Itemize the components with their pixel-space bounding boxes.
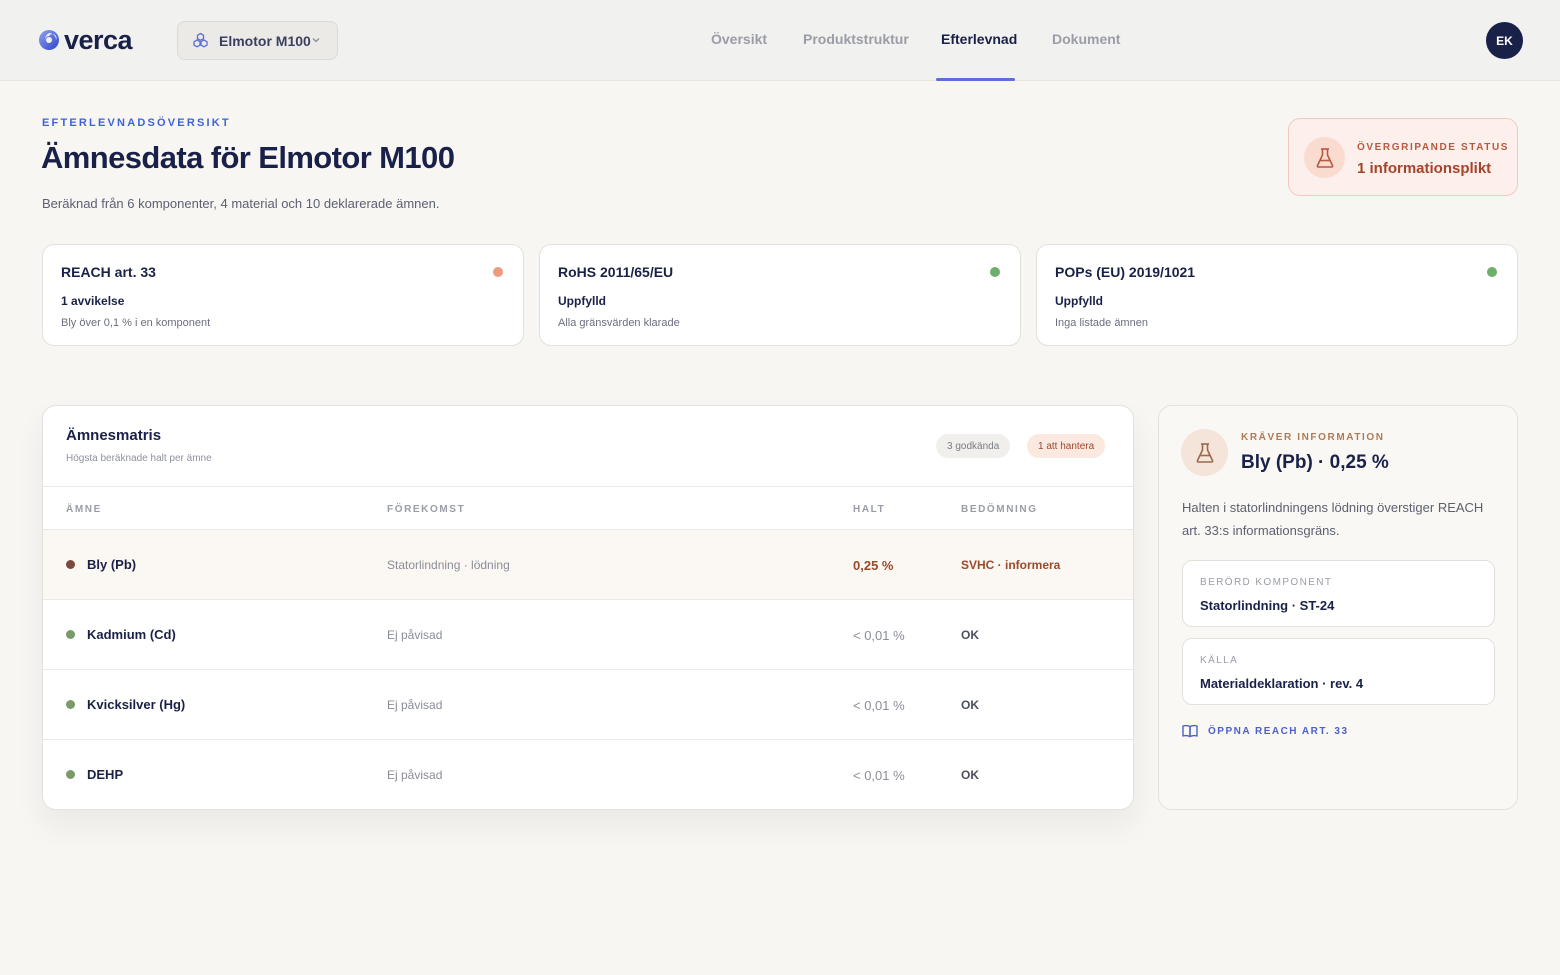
regulation-name: REACH art. 33: [61, 264, 156, 280]
substance-occurrence: Ej påvisad: [387, 628, 443, 642]
brand-logo[interactable]: verca: [38, 25, 133, 55]
substance-occurrence: Statorlindning · lödning: [387, 558, 510, 572]
source-label: KÄLLA: [1200, 655, 1239, 666]
substance-content: < 0,01 %: [853, 768, 905, 783]
verca-logo-icon: [39, 30, 59, 50]
regulation-card-rohs[interactable]: RoHS 2011/65/EU Uppfylld Alla gränsvärde…: [539, 244, 1021, 346]
substance-occurrence: Ej påvisad: [387, 768, 443, 782]
table-row[interactable]: Kadmium (Cd) Ej påvisad < 0,01 % OK: [43, 600, 1133, 670]
column-header-assessment[interactable]: BEDÖMNING: [961, 504, 1038, 515]
product-selector[interactable]: Elmotor M100: [177, 21, 338, 60]
matrix-title: Ämnesmatris: [66, 427, 162, 444]
tab-oversikt[interactable]: Översikt: [711, 31, 767, 47]
substance-name: Kadmium (Cd): [87, 627, 176, 642]
regulation-detail: Alla gränsvärden klarade: [558, 317, 680, 329]
affected-component-label: BERÖRD KOMPONENT: [1200, 577, 1333, 588]
flask-icon: [1316, 147, 1333, 168]
regulation-state: 1 avvikelse: [61, 294, 125, 308]
open-reach-link[interactable]: ÖPPNA REACH ART. 33: [1182, 724, 1349, 738]
tab-dokument[interactable]: Dokument: [1052, 31, 1120, 47]
book-open-icon: [1182, 724, 1198, 738]
table-row[interactable]: DEHP Ej påvisad < 0,01 % OK: [43, 740, 1133, 809]
chevron-down-icon: [312, 38, 320, 43]
substance-name: Bly (Pb): [87, 557, 137, 572]
product-selector-value: Elmotor M100: [219, 32, 311, 49]
regulation-name: RoHS 2011/65/EU: [558, 264, 674, 280]
overall-status-card: ÖVERGRIPANDE STATUS 1 informationsplikt: [1288, 118, 1518, 196]
regulation-state: Uppfylld: [1055, 294, 1103, 308]
open-reach-link-label: ÖPPNA REACH ART. 33: [1208, 725, 1349, 737]
substance-dot: [66, 630, 75, 639]
substance-content: 0,25 %: [853, 558, 894, 573]
tab-efterlevnad[interactable]: Efterlevnad: [941, 31, 1017, 47]
detail-icon-circle: [1181, 429, 1228, 476]
column-header-occurrence[interactable]: FÖREKOMST: [387, 504, 465, 515]
tab-produktstruktur[interactable]: Produktstruktur: [803, 31, 909, 47]
table-row[interactable]: Kvicksilver (Hg) Ej påvisad < 0,01 % OK: [43, 670, 1133, 740]
status-dot: [493, 267, 503, 277]
detail-description: Halten i statorlindningens lödning övers…: [1182, 500, 1484, 538]
table-header: ÄMNE FÖREKOMST HALT BEDÖMNING: [43, 486, 1133, 530]
brand-name: verca: [64, 25, 133, 55]
detail-eyebrow: KRÄVER INFORMATION: [1241, 432, 1385, 443]
detail-title: Bly (Pb) · 0,25 %: [1241, 452, 1389, 473]
regulation-card-reach[interactable]: REACH art. 33 1 avvikelse Bly över 0,1 %…: [42, 244, 524, 346]
to-handle-count-badge[interactable]: 1 att hantera: [1027, 434, 1106, 458]
substance-assessment: SVHC · informera: [961, 558, 1061, 572]
page-eyebrow: EFTERLEVNADSÖVERSIKT: [42, 117, 231, 129]
column-header-substance[interactable]: ÄMNE: [66, 504, 102, 515]
substance-assessment: OK: [961, 768, 979, 782]
substance-dot: [66, 770, 75, 779]
user-avatar[interactable]: EK: [1486, 22, 1523, 59]
substance-occurrence: Ej påvisad: [387, 698, 443, 712]
approved-count-badge[interactable]: 3 godkända: [936, 434, 1011, 458]
substance-content: < 0,01 %: [853, 698, 905, 713]
page-subtitle: Beräknad från 6 komponenter, 4 material …: [42, 196, 440, 211]
table-row[interactable]: Bly (Pb) Statorlindning · lödning 0,25 %…: [43, 530, 1133, 600]
top-bar: verca Elmotor M100 Översikt Produktstruk…: [0, 0, 1560, 81]
substance-dot: [66, 700, 75, 709]
regulation-detail: Inga listade ämnen: [1055, 317, 1148, 329]
overall-status-value: 1 informationsplikt: [1357, 160, 1492, 177]
substance-detail-panel: KRÄVER INFORMATION Bly (Pb) · 0,25 % Hal…: [1158, 405, 1518, 810]
column-header-content[interactable]: HALT: [853, 504, 885, 515]
regulation-card-pops[interactable]: POPs (EU) 2019/1021 Uppfylld Inga listad…: [1036, 244, 1518, 346]
page-title: Ämnesdata för Elmotor M100: [41, 140, 455, 175]
flask-icon: [1196, 442, 1213, 463]
status-icon-circle: [1304, 137, 1345, 178]
substance-content: < 0,01 %: [853, 628, 905, 643]
affected-component-box: BERÖRD KOMPONENT Statorlindning · ST-24: [1182, 560, 1495, 627]
matrix-subtitle: Högsta beräknade halt per ämne: [66, 453, 212, 464]
source-box: KÄLLA Materialdeklaration · rev. 4: [1182, 638, 1495, 705]
substance-name: DEHP: [87, 767, 124, 782]
cubes-icon: [193, 32, 208, 48]
status-dot: [1487, 267, 1497, 277]
substance-assessment: OK: [961, 628, 979, 642]
substance-dot: [66, 560, 75, 569]
regulation-detail: Bly över 0,1 % i en komponent: [61, 317, 211, 329]
status-dot: [990, 267, 1000, 277]
regulation-state: Uppfylld: [558, 294, 606, 308]
source-value: Materialdeklaration · rev. 4: [1200, 676, 1364, 691]
substance-matrix: Ämnesmatris Högsta beräknade halt per äm…: [42, 405, 1134, 810]
overall-status-label: ÖVERGRIPANDE STATUS: [1357, 142, 1510, 153]
substance-name: Kvicksilver (Hg): [87, 697, 186, 712]
substance-assessment: OK: [961, 698, 979, 712]
regulation-name: POPs (EU) 2019/1021: [1055, 264, 1196, 280]
active-tab-indicator: [936, 78, 1015, 81]
affected-component-value: Statorlindning · ST-24: [1200, 598, 1335, 613]
